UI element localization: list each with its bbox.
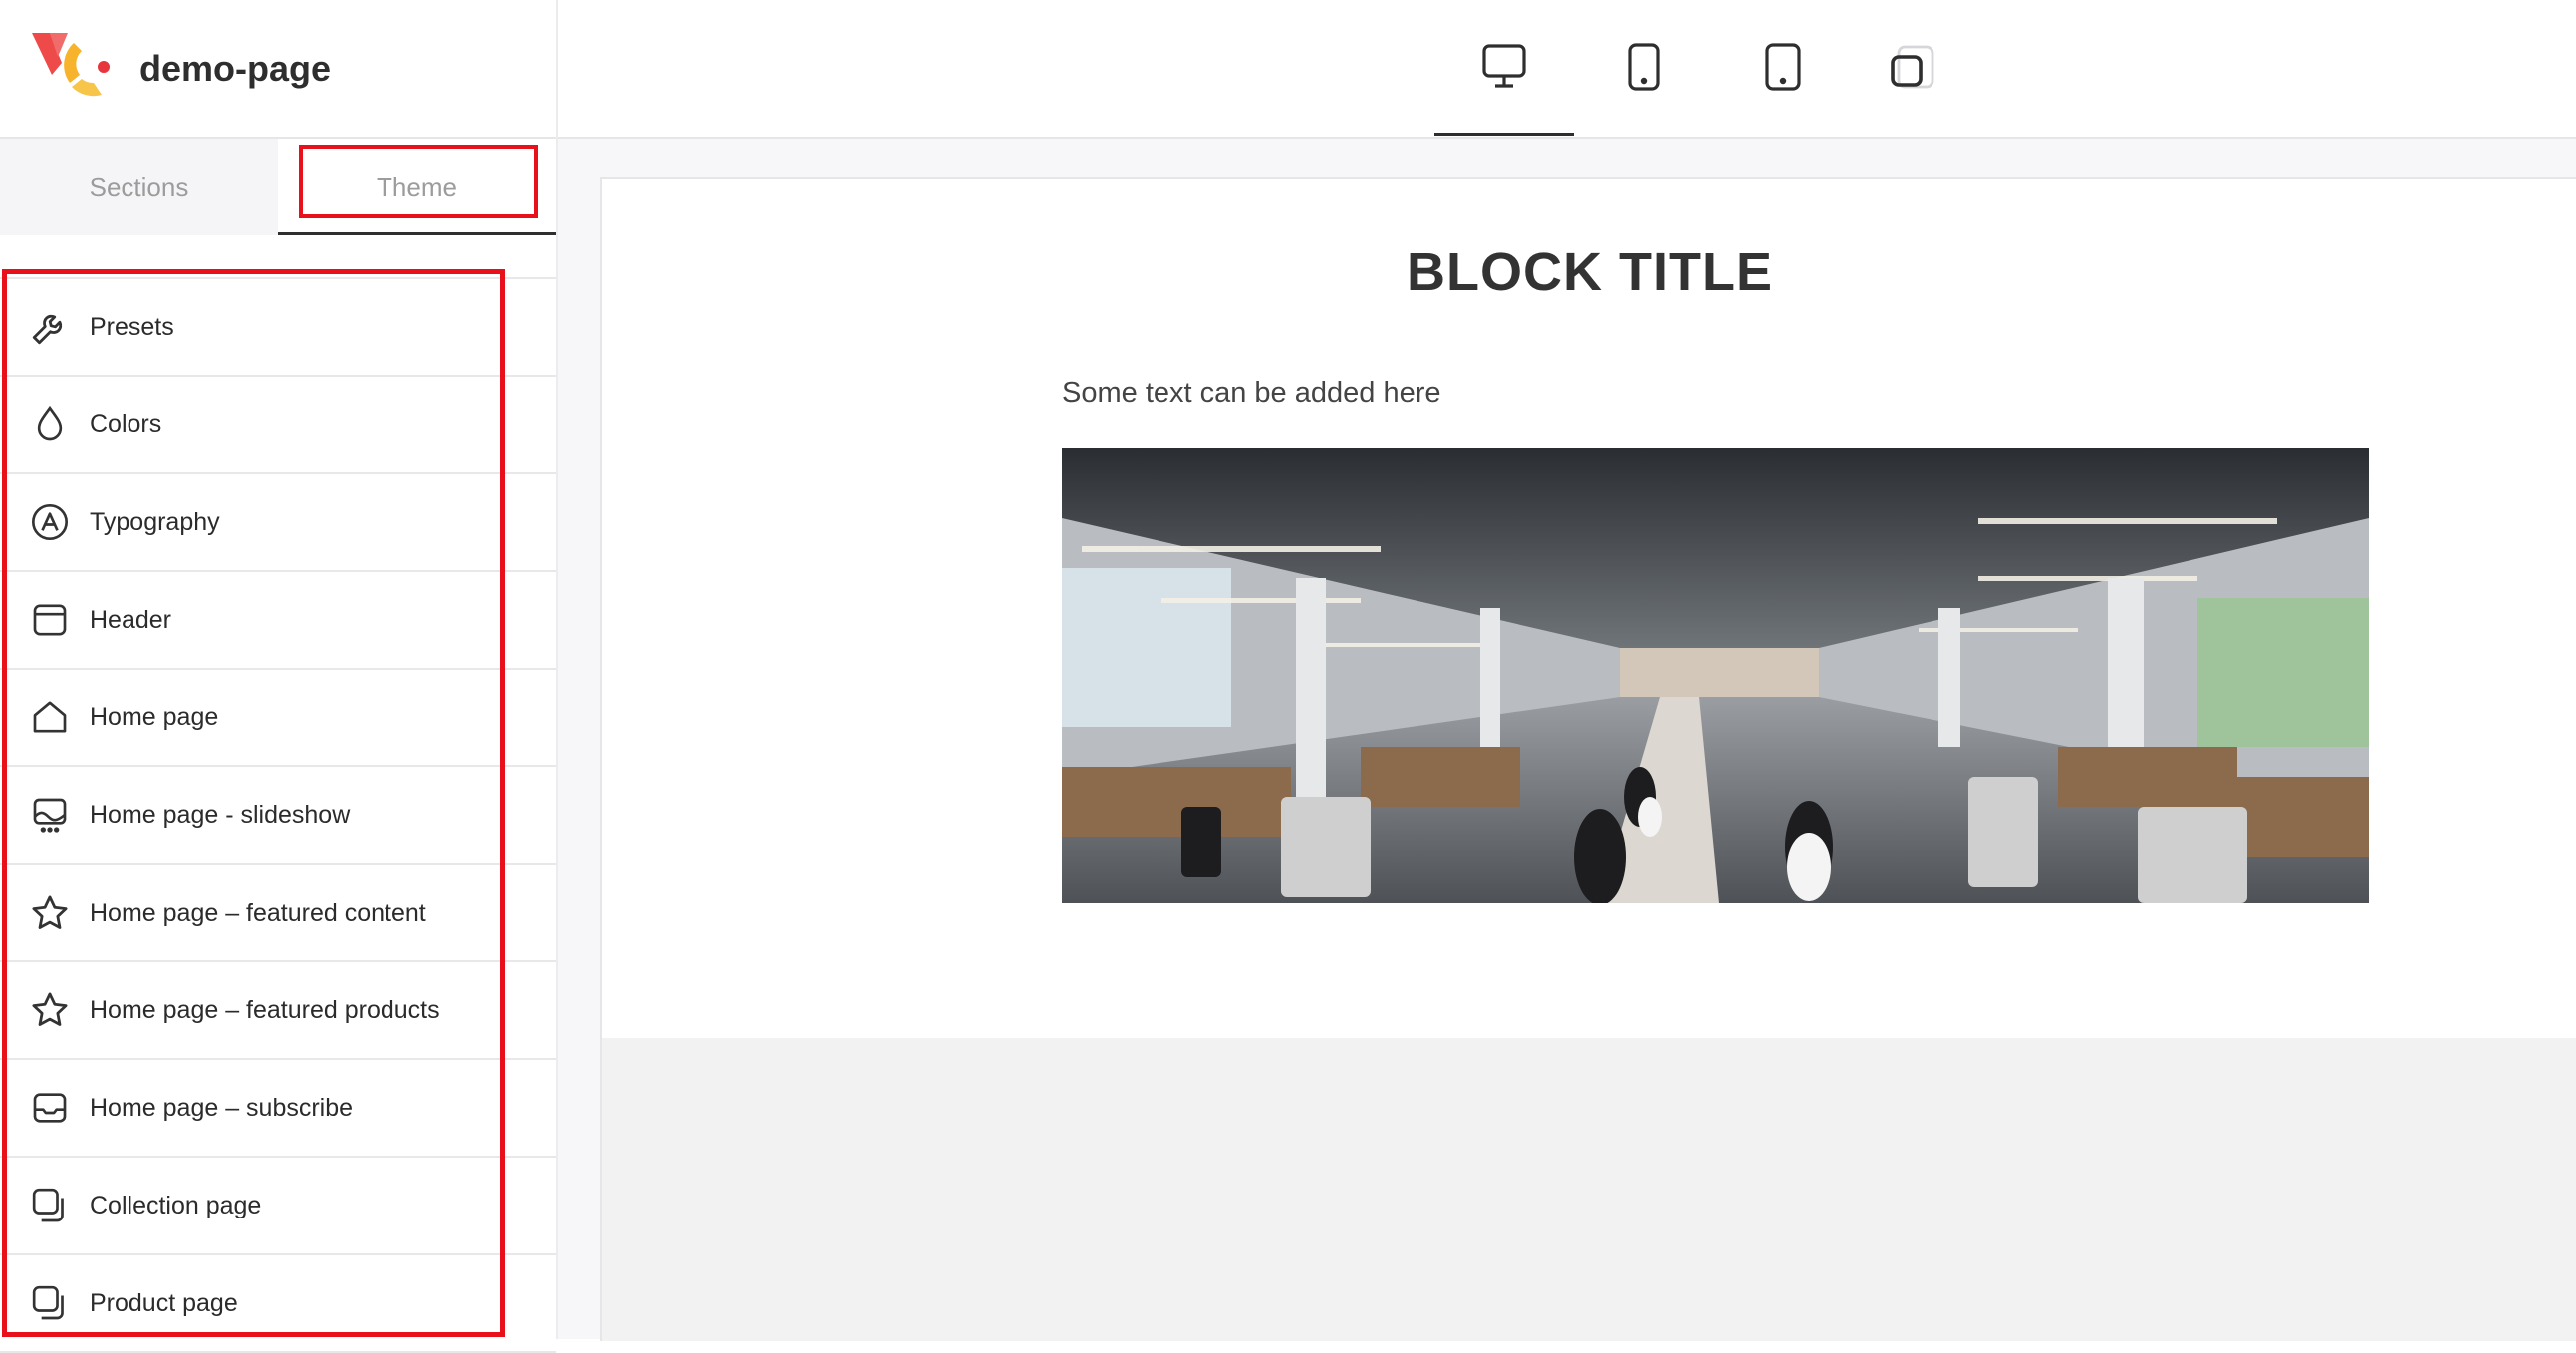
device-tablet-landscape-button[interactable] [1713, 0, 1853, 137]
block-title: BLOCK TITLE [1407, 242, 1773, 302]
device-tablet-button[interactable] [1574, 0, 1713, 137]
tab-sections[interactable]: Sections [0, 139, 278, 235]
app-name: demo-page [139, 48, 332, 89]
tablet-icon [1761, 41, 1805, 98]
preview-canvas: BLOCK TITLE Some text can be added here [600, 177, 2576, 1341]
active-device-underline [1434, 133, 1574, 136]
logo-icon [28, 27, 112, 111]
tablet-icon [1625, 41, 1663, 98]
desktop-icon [1480, 41, 1528, 98]
office-image [1062, 448, 2369, 903]
content-block[interactable]: BLOCK TITLE Some text can be added here [602, 179, 2576, 1038]
device-desktop-button[interactable] [1434, 0, 1574, 137]
mobile-icon [1887, 41, 1938, 98]
block-text: Some text can be added here [1062, 377, 1441, 408]
theme-menu-highlight [2, 269, 505, 1337]
device-toolbar [558, 0, 2576, 139]
brand: demo-page [0, 0, 556, 139]
sidebar: demo-page Sections Theme Presets Colors [0, 0, 558, 1353]
theme-tab-highlight [299, 145, 538, 218]
active-tab-underline [278, 232, 556, 235]
device-mobile-button[interactable] [1843, 0, 1982, 137]
